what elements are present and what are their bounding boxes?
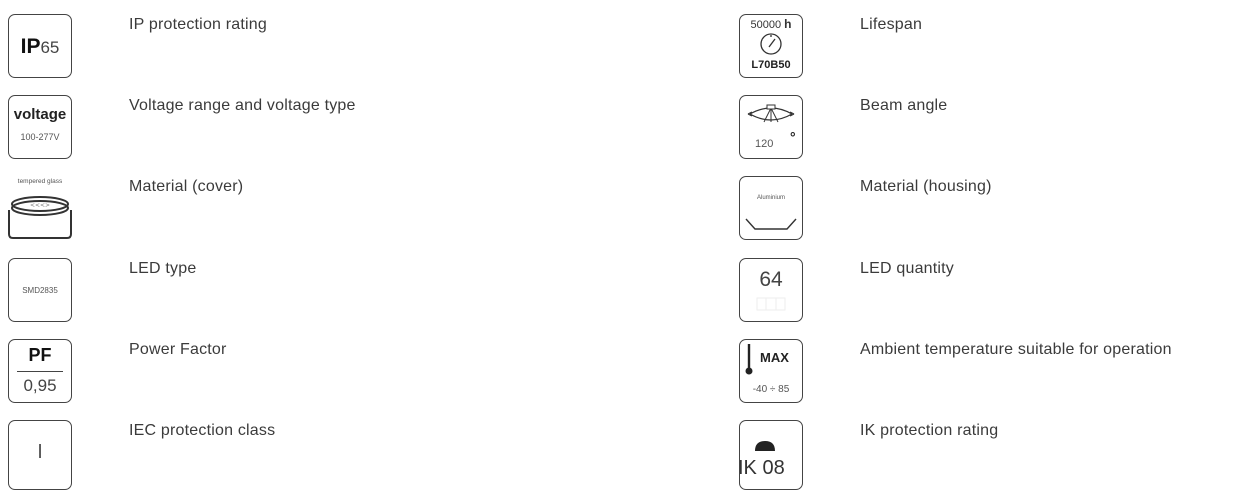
housing-material-icon: Aluminium	[739, 176, 803, 240]
ip-rating-icon: IP65	[8, 14, 72, 78]
ik-value: IK 08	[739, 457, 785, 479]
voltage-title: voltage	[13, 106, 67, 123]
cover-material-value: tempered glass	[17, 178, 63, 185]
ik-rating-icon: IK 08	[739, 420, 803, 490]
led-type-label: LED type	[129, 260, 197, 277]
lifespan-value: 50000	[750, 19, 782, 31]
iec-class-label: IEC protection class	[129, 422, 276, 439]
power-factor-label: Power Factor	[129, 341, 227, 358]
led-type-icon: SMD2835	[8, 258, 72, 322]
cover-material-icon: tempered glass <<<>	[8, 176, 72, 240]
led-quantity-icon: 64	[739, 258, 803, 322]
led-quantity-label: LED quantity	[860, 260, 955, 277]
cover-material-label: Material (cover)	[129, 178, 244, 195]
voltage-value: 100-277V	[20, 132, 60, 142]
led-chip-icon	[756, 297, 786, 311]
pf-title: PF	[28, 345, 52, 365]
thermometer-icon: MAX -40 ÷ 85	[739, 339, 803, 403]
iec-class-icon: I	[8, 420, 72, 490]
led-type-value: SMD2835	[22, 286, 58, 295]
ik-rating-label: IK protection rating	[860, 422, 999, 439]
temp-title: MAX	[760, 350, 789, 365]
ambient-temp-label: Ambient temperature suitable for operati…	[860, 341, 1172, 358]
led-quantity-value: 64	[759, 268, 783, 291]
voltage-icon: voltage 100-277V	[8, 95, 72, 159]
beam-spread-icon	[747, 104, 795, 123]
ip-prefix: IP	[20, 35, 41, 58]
beam-angle-unit: °	[790, 129, 796, 145]
lifespan-label: Lifespan	[860, 16, 923, 33]
impact-hammer-icon	[755, 441, 775, 451]
clock-icon	[760, 33, 782, 55]
beam-angle-label: Beam angle	[860, 97, 948, 114]
power-factor-icon: PF 0,95	[8, 339, 72, 403]
pf-divider	[17, 371, 63, 372]
iec-class-value: I	[37, 441, 43, 463]
housing-profile-icon	[745, 218, 797, 230]
glass-pane-icon: <<<>	[8, 196, 72, 239]
lifespan-sub: L70B50	[751, 59, 791, 71]
ip-value: 65	[40, 38, 60, 57]
svg-text:<<<>: <<<>	[30, 202, 50, 209]
housing-material-value: Aluminium	[756, 195, 785, 201]
housing-material-label: Material (housing)	[860, 178, 992, 195]
lifespan-unit: h	[784, 17, 792, 31]
ip-rating-label: IP protection rating	[129, 16, 268, 33]
pf-value: 0,95	[23, 376, 57, 395]
voltage-label: Voltage range and voltage type	[129, 97, 356, 114]
temp-value: -40 ÷ 85	[752, 384, 790, 395]
thermometer-glyph	[745, 344, 753, 375]
lifespan-clock-icon: 50000 h L70B50	[739, 14, 803, 78]
beam-angle-value: 120	[755, 138, 774, 150]
beam-angle-icon: 120 °	[739, 95, 803, 159]
